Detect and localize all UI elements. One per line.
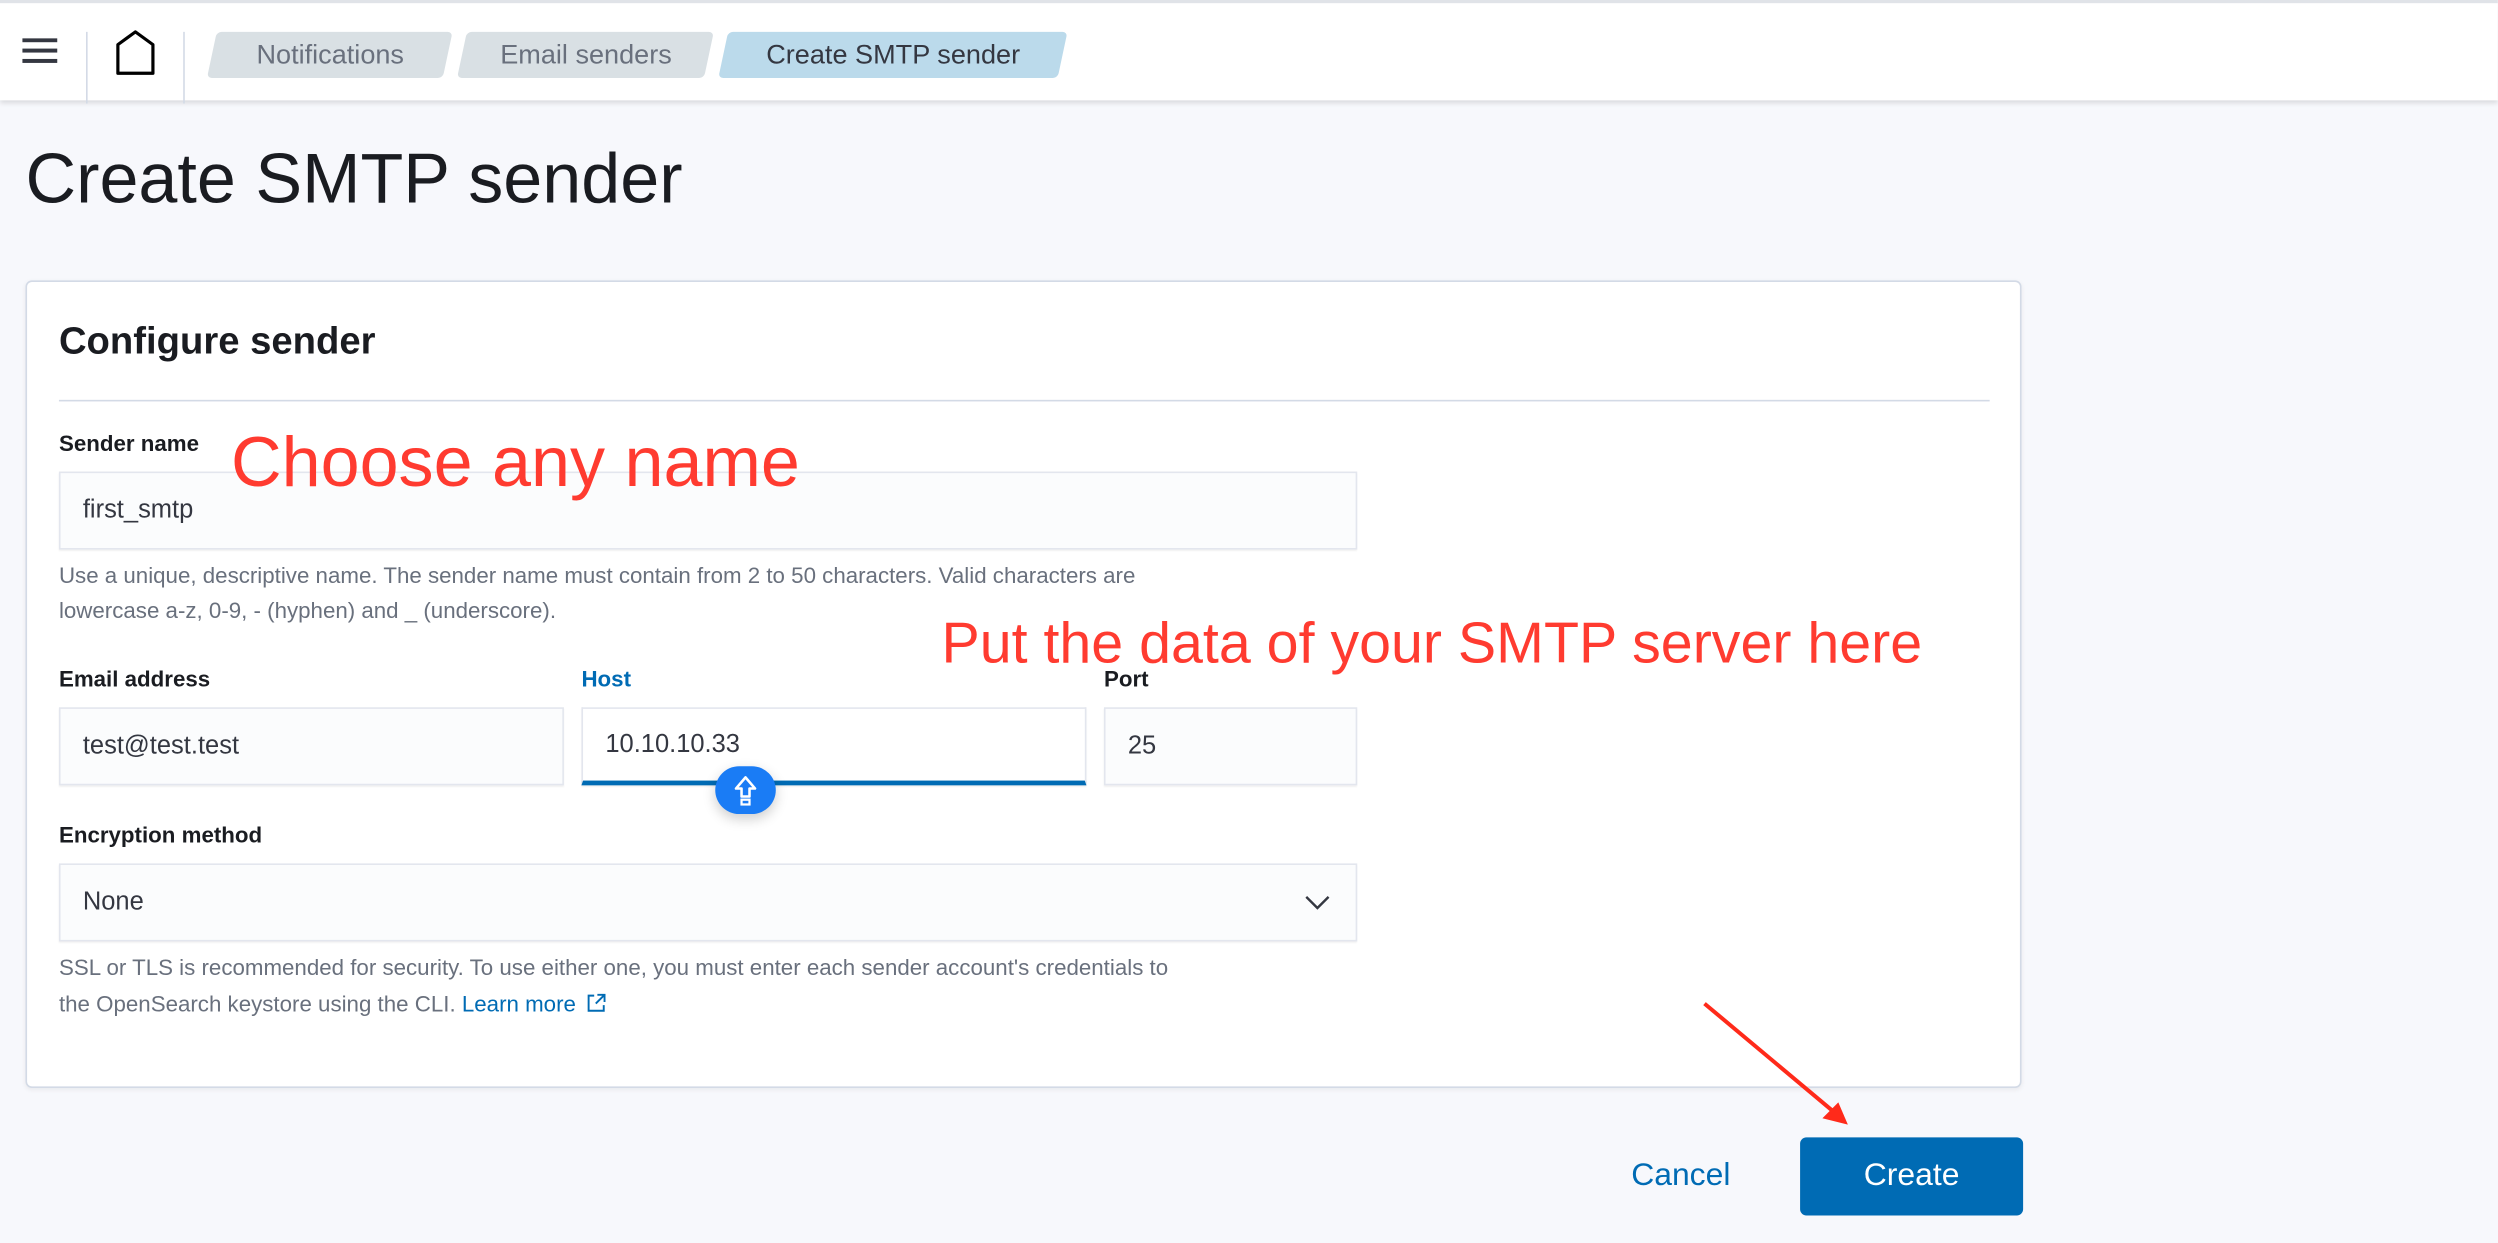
breadcrumb-create-smtp-sender: Create SMTP sender [718, 31, 1068, 79]
menu-icon[interactable] [22, 38, 58, 63]
divider [86, 31, 88, 104]
chevron-down-icon [1305, 896, 1330, 910]
encryption-method-select[interactable]: None [58, 863, 1358, 942]
sender-name-help-2: lowercase a-z, 0-9, - (hyphen) and _ (un… [58, 597, 557, 623]
breadcrumb-label: Notifications [255, 39, 404, 71]
sender-name-help: Use a unique, descriptive name. The send… [58, 562, 1136, 588]
breadcrumb-email-senders[interactable]: Email senders [457, 31, 714, 79]
encryption-help-2: the OpenSearch keystore using the CLI. L… [59, 986, 608, 1021]
learn-more-link[interactable]: Learn more [462, 991, 608, 1016]
encryption-selected-value: None [82, 888, 144, 916]
annotation-server-hint: Put the data of your SMTP server here [941, 610, 1923, 676]
divider [183, 31, 185, 104]
autofill-icon[interactable] [715, 766, 776, 815]
panel-title: Configure sender [58, 320, 376, 364]
top-header: Notifications Email senders Create SMTP … [0, 0, 2498, 104]
host-label: Host [581, 665, 632, 692]
cancel-button[interactable]: Cancel [1631, 1158, 1730, 1195]
page-title: Create SMTP sender [25, 140, 683, 219]
email-address-input[interactable]: test@test.test [58, 707, 564, 786]
home-icon[interactable] [115, 29, 156, 85]
sender-name-label: Sender name [58, 430, 200, 456]
annotation-arrow-icon [1703, 1002, 1848, 1125]
divider [58, 399, 1990, 402]
encryption-method-label: Encryption method [58, 821, 263, 848]
breadcrumb-label: Create SMTP sender [765, 39, 1020, 71]
email-address-label: Email address [58, 665, 211, 692]
external-link-icon [588, 993, 607, 1012]
encryption-help: SSL or TLS is recommended for security. … [58, 954, 1169, 980]
port-input[interactable]: 25 [1103, 707, 1358, 786]
host-input[interactable]: 10.10.10.33 [581, 707, 1087, 786]
encryption-help-text: the OpenSearch keystore using the CLI. [58, 990, 456, 1017]
learn-more-label: Learn more [461, 990, 576, 1017]
annotation-name-hint: Choose any name [230, 423, 800, 502]
breadcrumb-notifications[interactable]: Notifications [206, 31, 453, 79]
breadcrumb-label: Email senders [499, 39, 672, 71]
create-button[interactable]: Create [1800, 1137, 2024, 1216]
